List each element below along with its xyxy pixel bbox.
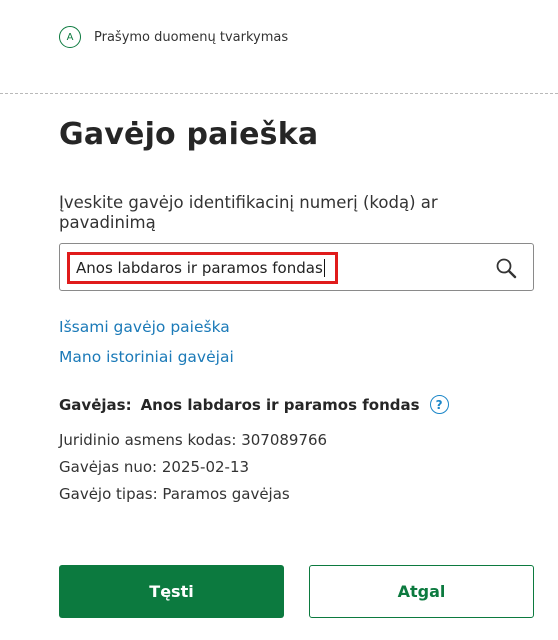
recipient-legal-code: Juridinio asmens kodas: 307089766 (59, 431, 328, 449)
search-icon[interactable] (495, 257, 517, 279)
page-title: Gavėjo paieška (59, 117, 319, 152)
recipient-name: Anos labdaros ir paramos fondas (140, 395, 420, 414)
help-icon[interactable]: ? (429, 395, 449, 414)
search-input-text: Anos labdaros ir paramos fondas (76, 259, 323, 277)
step-label: Prašymo duomenų tvarkymas (94, 29, 289, 45)
continue-button[interactable]: Tęsti (59, 565, 284, 618)
step-letter-badge: A (59, 26, 81, 48)
recipient-label: Gavėjas: (59, 395, 132, 414)
step-indicator: A Prašymo duomenų tvarkymas (59, 26, 288, 48)
detailed-search-link[interactable]: Išsami gavėjo paieška (59, 318, 230, 336)
recipient-heading: Gavėjas: Anos labdaros ir paramos fondas… (59, 395, 449, 414)
search-input-value-highlight[interactable]: Anos labdaros ir paramos fondas (67, 252, 338, 284)
recipient-type: Gavėjo tipas: Paramos gavėjas (59, 485, 290, 503)
search-field-label: Įveskite gavėjo identifikacinį numerį (k… (59, 193, 438, 232)
back-button[interactable]: Atgal (309, 565, 534, 618)
recipient-search-input[interactable]: Anos labdaros ir paramos fondas (59, 243, 534, 291)
history-recipients-link[interactable]: Mano istoriniai gavėjai (59, 348, 234, 366)
text-cursor (323, 259, 325, 277)
section-divider (0, 93, 558, 94)
recipient-since-date: Gavėjas nuo: 2025-02-13 (59, 458, 250, 476)
